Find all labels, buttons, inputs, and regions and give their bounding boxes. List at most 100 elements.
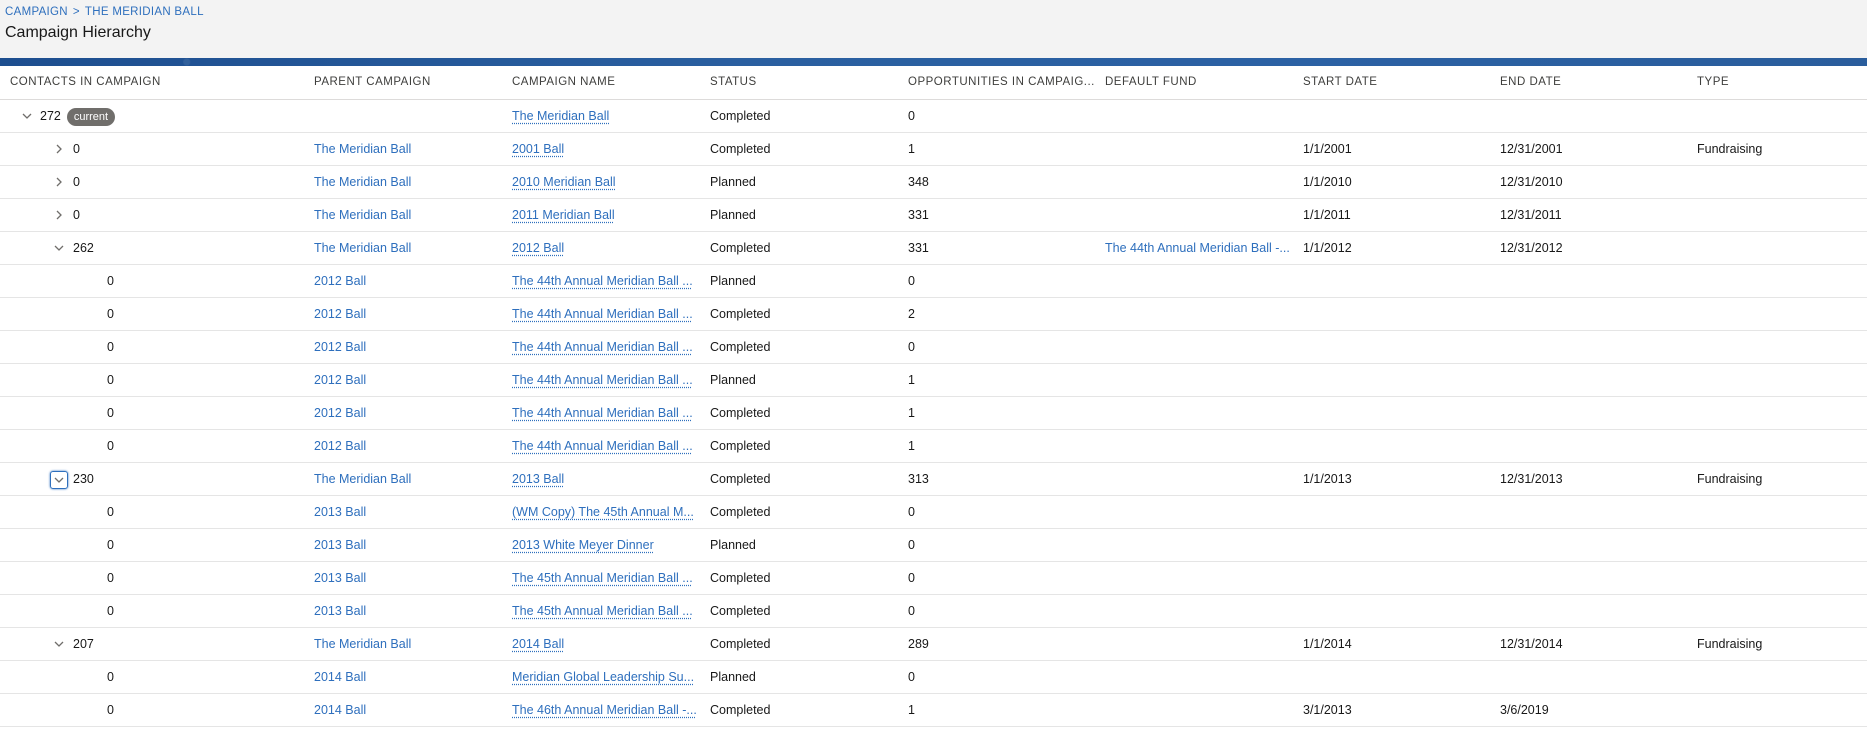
cell-campaign-name-link[interactable]: 2013 White Meyer Dinner <box>512 538 654 552</box>
header-col-opportunities[interactable]: OPPORTUNITIES IN CAMPAIG... <box>908 66 1098 98</box>
table-row[interactable]: 0 2012 Ball The 44th Annual Meridian Ball … <box>0 298 1867 331</box>
cell-parent-campaign-link[interactable]: 2012 Ball <box>314 307 366 321</box>
header-col-status[interactable]: STATUS <box>710 66 890 98</box>
table-row[interactable]: 0 2013 Ball The 45th Annual Meridian Ball … <box>0 595 1867 628</box>
cell-campaign-name-link[interactable]: Meridian Global Leadership Su... <box>512 670 694 684</box>
table-row[interactable]: 0 2012 Ball The 44th Annual Meridian Ball … <box>0 430 1867 463</box>
chevron-down-icon[interactable] <box>50 471 68 489</box>
cell-opps: 1 <box>908 364 915 396</box>
cell-parent-campaign-link[interactable]: 2013 Ball <box>314 538 366 552</box>
cell-contacts: 0 <box>107 562 114 594</box>
chevron-down-icon[interactable] <box>20 100 34 132</box>
cell-campaign-name-link[interactable]: The 44th Annual Meridian Ball ... <box>512 274 693 288</box>
table-row[interactable]: 0 The Meridian Ball 2010 Meridian Ball Plan… <box>0 166 1867 199</box>
cell-campaign-name-link[interactable]: The 44th Annual Meridian Ball ... <box>512 307 693 321</box>
header-col-campaign-name[interactable]: CAMPAIGN NAME <box>512 66 698 98</box>
cell-opportunities: 1 <box>908 406 915 420</box>
cell-parent-campaign-link[interactable]: The Meridian Ball <box>314 175 411 189</box>
cell-parent-campaign-link[interactable]: 2014 Ball <box>314 703 366 717</box>
contacts-count: 0 <box>73 142 80 156</box>
cell-parent-campaign-link[interactable]: 2014 Ball <box>314 670 366 684</box>
cell-parent-campaign-link[interactable]: 2013 Ball <box>314 505 366 519</box>
cell-campaign-name-link[interactable]: The Meridian Ball <box>512 109 609 123</box>
breadcrumb-current-link[interactable]: THE MERIDIAN BALL <box>85 6 204 18</box>
cell-parent-campaign-link[interactable]: 2012 Ball <box>314 274 366 288</box>
cell-name: The 44th Annual Meridian Ball ... <box>512 265 693 297</box>
contacts-count: 262 <box>73 241 94 255</box>
cell-campaign-name-link[interactable]: The 44th Annual Meridian Ball ... <box>512 340 693 354</box>
cell-parent-campaign-link[interactable]: 2013 Ball <box>314 571 366 585</box>
contacts-count: 0 <box>107 439 114 453</box>
cell-parent: The Meridian Ball <box>314 628 411 660</box>
cell-campaign-name-link[interactable]: The 45th Annual Meridian Ball ... <box>512 604 693 618</box>
cell-campaign-name-link[interactable]: 2011 Meridian Ball <box>512 208 615 222</box>
cell-end: 12/31/2012 <box>1500 232 1563 264</box>
header-col-start-date[interactable]: START DATE <box>1303 66 1488 98</box>
chevron-right-icon[interactable] <box>52 133 66 165</box>
cell-campaign-name-link[interactable]: 2010 Meridian Ball <box>512 175 616 189</box>
cell-default-fund-link[interactable]: The 44th Annual Meridian Ball -... <box>1105 241 1290 255</box>
cell-parent-campaign-link[interactable]: 2012 Ball <box>314 439 366 453</box>
cell-parent-campaign-link[interactable]: 2012 Ball <box>314 406 366 420</box>
cell-contacts: 0 <box>73 166 80 198</box>
cell-parent: 2012 Ball <box>314 331 366 363</box>
cell-end: 3/6/2019 <box>1500 694 1549 726</box>
header-col-end-date[interactable]: END DATE <box>1500 66 1685 98</box>
cell-campaign-name-link[interactable]: The 45th Annual Meridian Ball ... <box>512 571 693 585</box>
cell-parent-campaign-link[interactable]: The Meridian Ball <box>314 208 411 222</box>
cell-opps: 331 <box>908 199 929 231</box>
cell-opps: 1 <box>908 397 915 429</box>
table-row[interactable]: 0 2013 Ball (WM Copy) The 45th Annual M...… <box>0 496 1867 529</box>
cell-parent-campaign-link[interactable]: 2012 Ball <box>314 373 366 387</box>
table-row[interactable]: 0 2013 Ball 2013 White Meyer Dinner Planned… <box>0 529 1867 562</box>
cell-parent-campaign-link[interactable]: The Meridian Ball <box>314 472 411 486</box>
cell-name: 2012 Ball <box>512 232 564 264</box>
table-row[interactable]: 0 2012 Ball The 44th Annual Meridian Ball … <box>0 265 1867 298</box>
chevron-down-icon[interactable] <box>52 232 66 264</box>
table-row[interactable]: 272 current The Meridian Ball Completed 0 <box>0 100 1867 133</box>
cell-opportunities: 313 <box>908 472 929 486</box>
cell-parent-campaign-link[interactable]: The Meridian Ball <box>314 241 411 255</box>
cell-contacts: 0 <box>107 331 114 363</box>
cell-campaign-name-link[interactable]: 2001 Ball <box>512 142 564 156</box>
cell-parent-campaign-link[interactable]: The Meridian Ball <box>314 637 411 651</box>
table-row[interactable]: 0 2014 Ball The 46th Annual Meridian Ball … <box>0 694 1867 727</box>
cell-type: Fundraising <box>1697 628 1762 660</box>
table-row[interactable]: 262 The Meridian Ball 2012 Ball Completed 33… <box>0 232 1867 265</box>
table-row[interactable]: 0 2012 Ball The 44th Annual Meridian Ball … <box>0 364 1867 397</box>
cell-campaign-name-link[interactable]: (WM Copy) The 45th Annual M... <box>512 505 694 519</box>
chevron-right-icon[interactable] <box>52 166 66 198</box>
cell-campaign-name-link[interactable]: The 44th Annual Meridian Ball ... <box>512 439 693 453</box>
cell-name: 2014 Ball <box>512 628 564 660</box>
cell-status: Completed <box>710 439 771 453</box>
table-row[interactable]: 0 2012 Ball The 44th Annual Meridian Ball … <box>0 331 1867 364</box>
chevron-down-icon[interactable] <box>52 628 66 660</box>
table-row[interactable]: 207 The Meridian Ball 2014 Ball Completed 28… <box>0 628 1867 661</box>
cell-parent-campaign-link[interactable]: The Meridian Ball <box>314 142 411 156</box>
table-row[interactable]: 0 The Meridian Ball 2001 Ball Completed 1 1/1… <box>0 133 1867 166</box>
table-row[interactable]: 230 The Meridian Ball 2013 Ball Completed 31… <box>0 463 1867 496</box>
table-row[interactable]: 0 2013 Ball The 45th Annual Meridian Ball … <box>0 562 1867 595</box>
cell-campaign-name-link[interactable]: The 44th Annual Meridian Ball ... <box>512 373 693 387</box>
table-row[interactable]: 0 The Meridian Ball 2011 Meridian Ball Plan… <box>0 199 1867 232</box>
cell-contacts: 0 <box>73 133 80 165</box>
cell-campaign-name-link[interactable]: 2013 Ball <box>512 472 564 486</box>
table-row[interactable]: 0 2012 Ball The 44th Annual Meridian Ball … <box>0 397 1867 430</box>
cell-contacts: 0 <box>107 529 114 561</box>
header-col-parent-campaign[interactable]: PARENT CAMPAIGN <box>314 66 504 98</box>
breadcrumb-campaign-link[interactable]: CAMPAIGN <box>5 6 68 18</box>
cell-campaign-name-link[interactable]: 2014 Ball <box>512 637 564 651</box>
header-col-contacts[interactable]: CONTACTS IN CAMPAIGN <box>10 66 300 98</box>
cell-campaign-name-link[interactable]: 2012 Ball <box>512 241 564 255</box>
cell-parent: 2012 Ball <box>314 364 366 396</box>
table-row[interactable]: 0 2014 Ball Meridian Global Leadership Su.… <box>0 661 1867 694</box>
header-col-type[interactable]: TYPE <box>1697 66 1862 98</box>
cell-status: Completed <box>710 241 771 255</box>
cell-parent-campaign-link[interactable]: 2012 Ball <box>314 340 366 354</box>
cell-campaign-name-link[interactable]: The 44th Annual Meridian Ball ... <box>512 406 693 420</box>
chevron-right-icon[interactable] <box>52 199 66 231</box>
cell-campaign-name-link[interactable]: The 46th Annual Meridian Ball -... <box>512 703 697 717</box>
header-col-default-fund[interactable]: DEFAULT FUND <box>1105 66 1290 98</box>
page-title: Campaign Hierarchy <box>5 24 151 41</box>
cell-parent-campaign-link[interactable]: 2013 Ball <box>314 604 366 618</box>
